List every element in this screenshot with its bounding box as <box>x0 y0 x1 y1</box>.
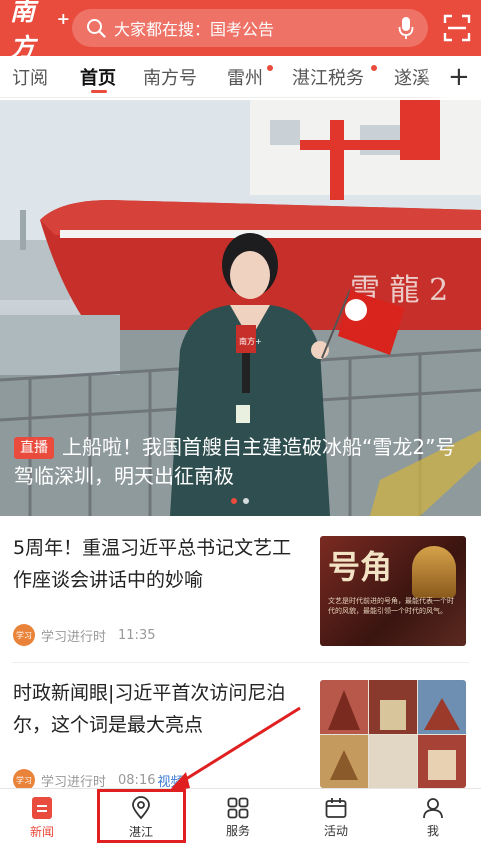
live-badge: 直播 <box>14 437 54 459</box>
news-time-1: 11:35 <box>118 627 156 643</box>
tab-zhanjiang-tax[interactable]: 湛江税务 <box>292 64 364 90</box>
nav-services-label: 服务 <box>225 824 250 838</box>
news-source-2[interactable]: 学习进行时 <box>41 771 106 790</box>
channel-tabs: 订阅 首页 南方号 雷州 湛江税务 遂溪 <box>0 56 481 98</box>
nav-activities-label: 活动 <box>323 824 348 838</box>
microphone-icon[interactable] <box>398 16 414 40</box>
annotation-arrow-icon <box>168 706 301 792</box>
hero-title: 上船啦！我国首艘自主建造破冰船“雪龙2”号驾临深圳，明天出征南极 <box>14 435 456 488</box>
app-logo-plus: + <box>56 8 70 28</box>
tab-nanfanghao[interactable]: 南方号 <box>143 64 197 90</box>
thumb-title: 号角 <box>328 548 393 586</box>
tab-home[interactable]: 首页 <box>80 64 116 90</box>
thumb-caption: 文艺是时代前进的号角，最能代表一个时代的风貌，最能引领一个时代的风气。 <box>328 597 454 615</box>
news-title-1[interactable]: 5周年！重温习近平总书记文艺工作座谈会讲话中的妙喻 <box>13 532 303 596</box>
calendar-icon <box>325 798 347 818</box>
carousel-dot-1[interactable] <box>231 498 237 504</box>
add-channel-icon[interactable]: + <box>448 62 470 92</box>
news-source-1[interactable]: 学习进行时 <box>41 626 106 645</box>
app-logo-text: 南方 <box>10 0 35 62</box>
news-time-2: 08:16 <box>118 772 156 788</box>
nav-me-label: 我 <box>426 824 439 838</box>
app-logo[interactable]: 南方 + <box>10 0 70 62</box>
tab-subscribe[interactable]: 订阅 <box>12 64 48 90</box>
source-logo-icon: 学习 <box>13 624 35 646</box>
nav-news-label: 新闻 <box>29 825 54 839</box>
search-icon <box>87 19 106 38</box>
search-placeholder: 大家都在搜：国考公告 <box>114 20 275 39</box>
active-tab-indicator <box>91 90 107 93</box>
tab-leizhou[interactable]: 雷州 <box>227 64 263 90</box>
tab-leizhou-badge <box>267 65 273 71</box>
scan-icon[interactable] <box>443 14 471 42</box>
news-divider <box>12 662 469 663</box>
grid-icon <box>227 797 249 819</box>
horn-image <box>412 546 456 598</box>
collage-image <box>320 680 466 788</box>
mic-flag-text: 南方+ <box>239 336 262 346</box>
carousel-dot-2[interactable] <box>243 498 249 504</box>
nav-activities[interactable]: 活动 <box>306 789 366 847</box>
nav-news[interactable]: 新闻 <box>12 789 72 847</box>
top-header: 南方 + 大家都在搜：国考公告 <box>0 0 481 62</box>
hero-caption[interactable]: 直播 上船啦！我国首艘自主建造破冰船“雪龙2”号驾临深圳，明天出征南极 <box>14 433 474 491</box>
news-thumbnail-1[interactable]: 号角 文艺是时代前进的号角，最能代表一个时代的风貌，最能引领一个时代的风气。 <box>320 536 466 646</box>
news-thumbnail-2[interactable] <box>320 680 466 788</box>
news-meta-1: 学习 学习进行时 11:35 <box>13 624 155 646</box>
search-bar[interactable]: 大家都在搜：国考公告 <box>72 9 428 47</box>
news-icon <box>32 797 52 819</box>
tab-zhanjiang-tax-badge <box>371 65 377 71</box>
user-icon <box>423 798 443 819</box>
nav-me[interactable]: 我 <box>403 789 463 847</box>
